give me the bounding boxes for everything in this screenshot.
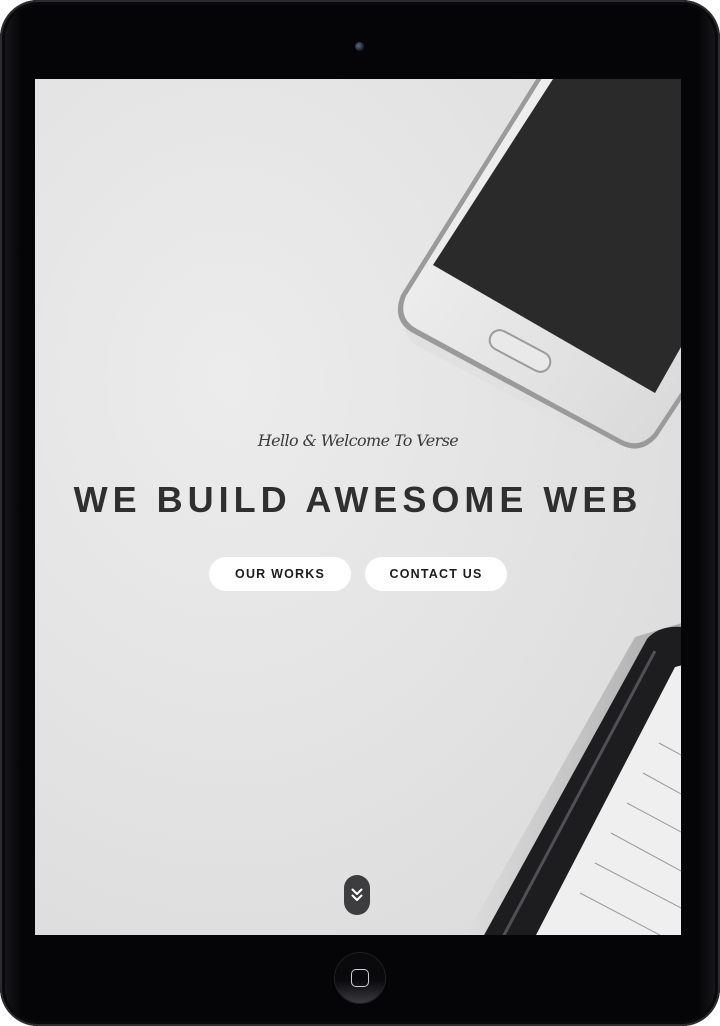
scroll-down-button[interactable] xyxy=(344,875,370,915)
tablet-screen: Hello & Welcome To Verse WE BUILD AWESOM… xyxy=(35,79,681,935)
home-button[interactable] xyxy=(335,953,385,1003)
tablet-frame: Hello & Welcome To Verse WE BUILD AWESOM… xyxy=(0,0,720,1026)
hero-tagline: Hello & Welcome To Verse xyxy=(257,431,459,450)
front-camera xyxy=(355,42,364,51)
hero-headline: WE BUILD AWESOME WEB xyxy=(73,479,643,520)
hero-section: Hello & Welcome To Verse WE BUILD AWESOM… xyxy=(35,79,681,935)
home-button-icon xyxy=(351,969,369,987)
hero-buttons: OUR WORKS CONTACT US xyxy=(35,557,681,591)
double-chevron-down-icon xyxy=(351,888,363,901)
our-works-button[interactable]: OUR WORKS xyxy=(209,557,351,591)
contact-us-button[interactable]: CONTACT US xyxy=(365,557,507,591)
